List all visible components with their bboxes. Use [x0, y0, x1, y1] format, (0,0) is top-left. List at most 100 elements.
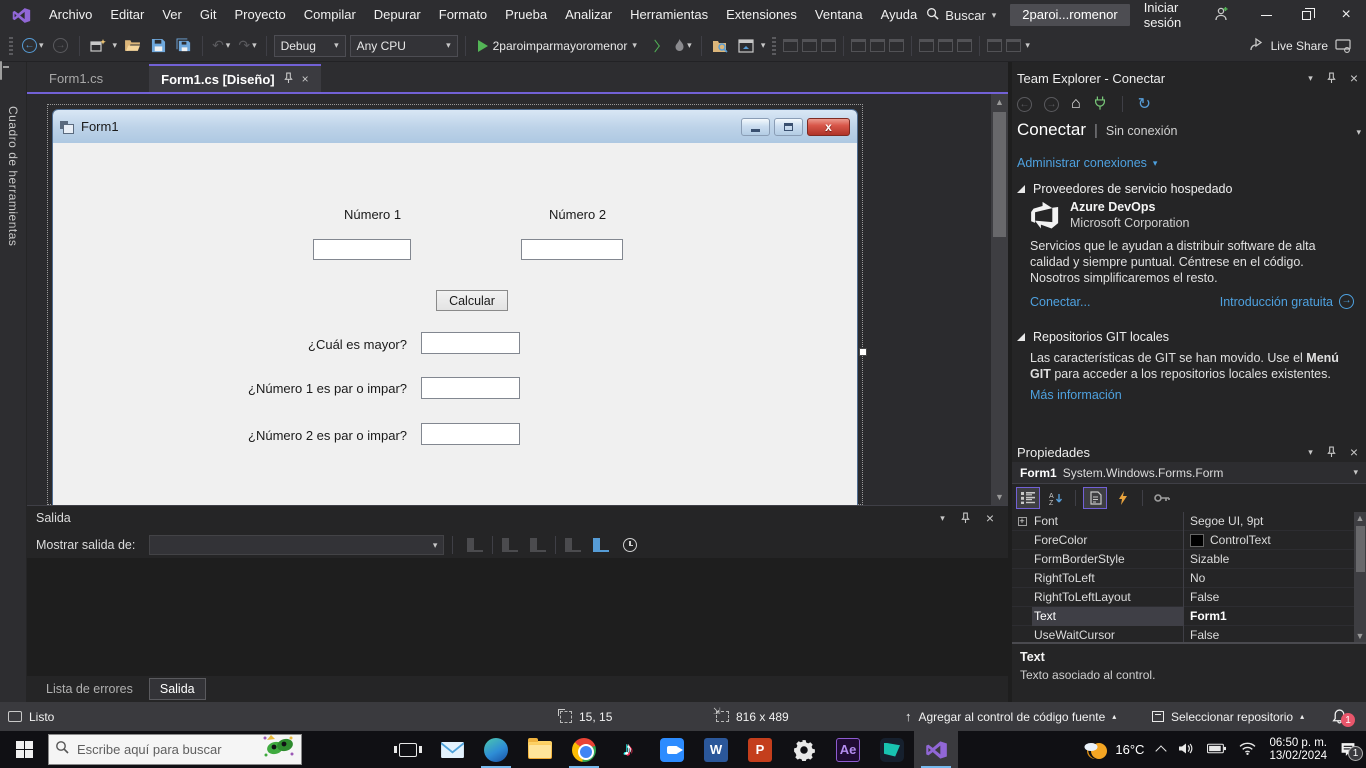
menu-ver[interactable]: Ver: [153, 0, 191, 30]
property-row-text[interactable]: Text Form1: [1012, 607, 1366, 626]
menu-analizar[interactable]: Analizar: [556, 0, 621, 30]
feedback-button[interactable]: [1332, 34, 1354, 58]
window-position-chevron-icon[interactable]: ▾: [940, 513, 945, 524]
pin-icon[interactable]: [961, 512, 970, 524]
events-button[interactable]: [1111, 487, 1135, 509]
scroll-up-arrow[interactable]: ▲: [991, 94, 1008, 110]
menu-depurar[interactable]: Depurar: [365, 0, 430, 30]
textbox-numero1[interactable]: [313, 239, 411, 260]
property-row-forecolor[interactable]: ForeColor ControlText: [1012, 531, 1366, 550]
designed-form-window[interactable]: Form1 x Número 1 Número 2 Calcular ¿Cuál…: [52, 109, 858, 505]
add-to-source-control-button[interactable]: ↑ Agregar al control de código fuente ▴: [905, 702, 1116, 731]
output-source-combobox[interactable]: ▾: [149, 535, 444, 555]
zoom-app-icon[interactable]: [650, 731, 694, 768]
form-minimize-button[interactable]: [741, 118, 770, 136]
connect-plug-icon[interactable]: [1093, 95, 1107, 114]
menu-prueba[interactable]: Prueba: [496, 0, 556, 30]
property-row-font[interactable]: + Font Segoe UI, 9pt: [1012, 512, 1366, 531]
calcular-button[interactable]: Calcular: [436, 290, 508, 311]
align-bottoms-icon[interactable]: [889, 39, 904, 52]
make-same-width-icon[interactable]: [919, 39, 934, 52]
goto-message-icon[interactable]: [467, 538, 483, 552]
notifications-button[interactable]: 1: [1332, 702, 1347, 731]
platform-combo[interactable]: Any CPU▾: [350, 35, 458, 57]
alphabetical-sort-button[interactable]: AZ: [1044, 487, 1068, 509]
textbox-par2[interactable]: [421, 423, 520, 445]
filmora-app-icon[interactable]: [870, 731, 914, 768]
menu-formato[interactable]: Formato: [430, 0, 496, 30]
designer-vertical-scrollbar[interactable]: ▲ ▼: [991, 94, 1008, 505]
menu-editar[interactable]: Editar: [101, 0, 153, 30]
battery-icon[interactable]: [1207, 742, 1226, 757]
make-same-size-icon[interactable]: [957, 39, 972, 52]
scroll-thumb[interactable]: [1356, 526, 1365, 572]
task-view-button[interactable]: [386, 731, 430, 768]
toolbox-label[interactable]: Cuadro de herramientas: [6, 106, 20, 246]
close-tab-icon[interactable]: ×: [302, 72, 309, 86]
tab-form1-cs[interactable]: Form1.cs: [37, 64, 115, 92]
properties-scrollbar[interactable]: ▲ ▼: [1354, 512, 1366, 642]
doodle-mask-icon[interactable]: [261, 734, 295, 765]
tiktok-app-icon[interactable]: ♪: [606, 731, 650, 768]
property-row-righttoleft[interactable]: RightToLeft No: [1012, 569, 1366, 588]
menu-ayuda[interactable]: Ayuda: [872, 0, 927, 30]
open-file-button[interactable]: [121, 34, 143, 58]
more-info-link[interactable]: Más información: [1030, 388, 1122, 402]
property-row-formborderstyle[interactable]: FormBorderStyle Sizable: [1012, 550, 1366, 569]
solution-explorer-sync-button[interactable]: [735, 34, 757, 58]
form-client-area[interactable]: Número 1 Número 2 Calcular ¿Cuál es mayo…: [53, 143, 857, 505]
make-same-height-icon[interactable]: [938, 39, 953, 52]
connect-link[interactable]: Conectar...: [1030, 295, 1090, 309]
vertical-spacing-icon[interactable]: [1006, 39, 1021, 52]
home-icon[interactable]: ⌂: [1071, 95, 1081, 113]
textbox-par1[interactable]: [421, 377, 520, 399]
pin-icon[interactable]: [284, 72, 293, 87]
background-tasks-indicator[interactable]: Listo: [8, 702, 54, 731]
close-icon[interactable]: ×: [1350, 446, 1358, 458]
property-row-righttoleftlayout[interactable]: RightToLeftLayout False: [1012, 588, 1366, 607]
save-button[interactable]: [147, 34, 169, 58]
refresh-icon[interactable]: ↻: [1138, 94, 1151, 114]
word-wrap-icon[interactable]: [593, 538, 609, 552]
toolbox-strip[interactable]: Cuadro de herramientas: [0, 62, 27, 702]
form-maximize-button[interactable]: [774, 118, 803, 136]
arrow-right-circle-icon[interactable]: →: [1339, 294, 1354, 309]
edge-app-icon[interactable]: [474, 731, 518, 768]
menu-herramientas[interactable]: Herramientas: [621, 0, 717, 30]
forward-arrow-icon[interactable]: →: [1044, 97, 1059, 112]
after-effects-app-icon[interactable]: Ae: [826, 731, 870, 768]
select-repository-button[interactable]: Seleccionar repositorio ▴: [1152, 702, 1304, 731]
page-switch-chevron-icon[interactable]: ▾: [1356, 127, 1361, 138]
word-app-icon[interactable]: W: [694, 731, 738, 768]
save-all-button[interactable]: [173, 34, 195, 58]
close-icon[interactable]: ×: [1350, 72, 1358, 84]
search-input[interactable]: [77, 742, 253, 757]
settings-app-icon[interactable]: [782, 731, 826, 768]
toolbar-drag-handle[interactable]: [9, 37, 13, 55]
menu-ventana[interactable]: Ventana: [806, 0, 872, 30]
chrome-app-icon[interactable]: [562, 731, 606, 768]
property-pages-button[interactable]: [1150, 487, 1174, 509]
timestamp-icon[interactable]: [623, 538, 637, 552]
navigate-forward-button[interactable]: →: [50, 34, 72, 58]
window-minimize-button[interactable]: [1247, 0, 1287, 30]
menu-archivo[interactable]: Archivo: [40, 0, 101, 30]
team-explorer-header[interactable]: Team Explorer - Conectar ▾ ×: [1012, 66, 1366, 90]
menu-extensiones[interactable]: Extensiones: [717, 0, 806, 30]
pin-icon[interactable]: [1327, 72, 1336, 84]
new-project-dropdown[interactable]: ▾: [113, 40, 118, 51]
scroll-thumb[interactable]: [993, 112, 1006, 237]
layout-toolbar-overflow[interactable]: ▾: [1025, 40, 1030, 51]
show-hidden-icons-chevron[interactable]: [1156, 745, 1167, 756]
toolbar-drag-handle-2[interactable]: [772, 37, 776, 55]
previous-message-icon[interactable]: [502, 538, 518, 552]
align-rights-icon[interactable]: [821, 39, 836, 52]
align-centers-icon[interactable]: [802, 39, 817, 52]
window-position-chevron-icon[interactable]: ▾: [1308, 447, 1313, 458]
intro-gratuita-link[interactable]: Introducción gratuita: [1220, 295, 1333, 309]
forms-designer-surface[interactable]: Form1 x Número 1 Número 2 Calcular ¿Cuál…: [27, 94, 1008, 505]
redo-button[interactable]: ↷▾: [236, 34, 258, 58]
scroll-down-arrow[interactable]: ▼: [991, 489, 1008, 505]
output-content-area[interactable]: [27, 558, 1008, 677]
sign-in-button[interactable]: Iniciar sesión: [1144, 0, 1229, 30]
